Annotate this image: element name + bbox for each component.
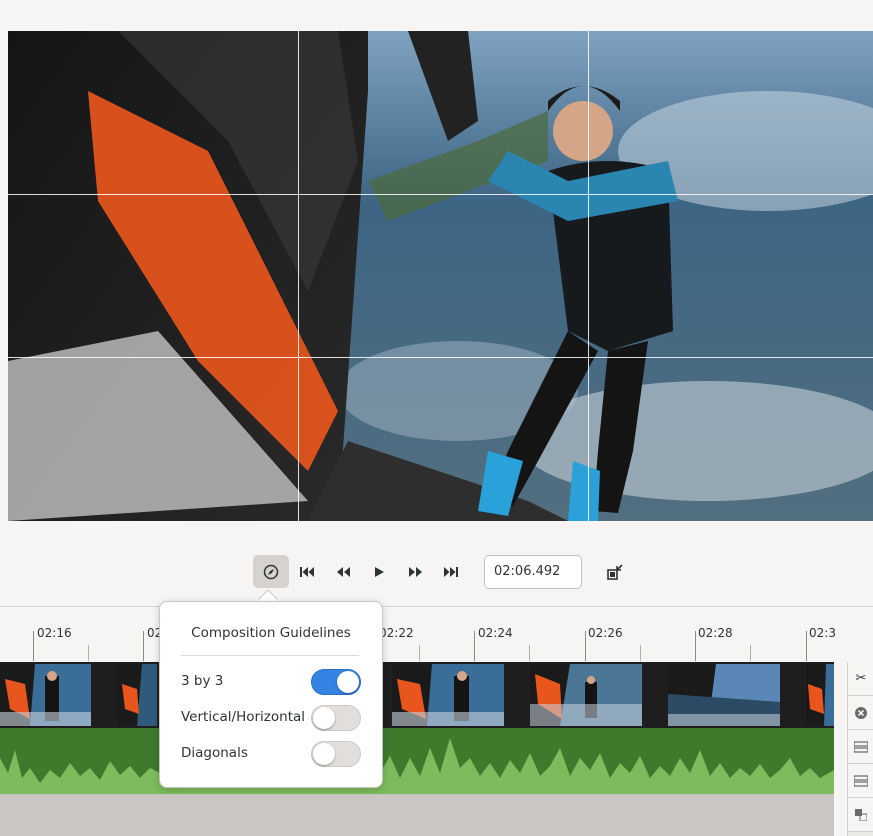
clip-thumbnail[interactable] bbox=[668, 664, 780, 726]
option-3-by-3: 3 by 3 bbox=[181, 669, 363, 695]
play-button[interactable] bbox=[361, 555, 397, 588]
guideline-vertical-1 bbox=[298, 31, 299, 521]
play-icon bbox=[375, 566, 384, 577]
compass-icon bbox=[263, 564, 279, 579]
option-label: Vertical/Horizontal bbox=[181, 709, 306, 725]
ruler-tick-minor bbox=[750, 645, 751, 661]
clip-thumbnail[interactable] bbox=[0, 664, 91, 726]
thumbnail-image bbox=[530, 664, 642, 726]
ruler-tick bbox=[143, 631, 144, 661]
thumbnail-image bbox=[668, 664, 780, 726]
option-vertical-horizontal: Vertical/Horizontal bbox=[181, 705, 363, 731]
forward-button[interactable] bbox=[397, 555, 433, 588]
guideline-horizontal-1 bbox=[8, 194, 873, 195]
clip-thumbnail[interactable] bbox=[392, 664, 504, 726]
guideline-vertical-2 bbox=[588, 31, 589, 521]
audio-track[interactable] bbox=[0, 728, 834, 794]
ruler-label: 02:26 bbox=[588, 626, 623, 640]
skip-start-icon bbox=[300, 566, 314, 577]
option-diagonals: Diagonals bbox=[181, 741, 363, 767]
remove-icon bbox=[855, 706, 867, 719]
timeline-tools: ✂ bbox=[847, 662, 873, 836]
go-to-start-button[interactable] bbox=[289, 555, 325, 588]
ruler-tick bbox=[806, 631, 807, 661]
fast-forward-icon bbox=[408, 566, 422, 577]
clip-thumbnail[interactable] bbox=[117, 664, 157, 726]
composition-guidelines-button[interactable] bbox=[253, 555, 289, 588]
3-by-3-switch[interactable] bbox=[311, 669, 361, 695]
ruler-tick bbox=[695, 631, 696, 661]
switch-knob bbox=[313, 743, 335, 765]
ruler-tick-minor bbox=[419, 645, 420, 661]
thumbnail-image bbox=[806, 664, 834, 726]
ruler-tick-minor bbox=[640, 645, 641, 661]
ruler-label: 02:28 bbox=[698, 626, 733, 640]
thumbnail-image bbox=[0, 664, 91, 726]
video-track[interactable] bbox=[0, 662, 834, 728]
composition-guidelines-popover: Composition Guidelines 3 by 3 Vertical/H… bbox=[159, 601, 383, 788]
remove-button[interactable] bbox=[848, 696, 873, 730]
ruler-label: 02:3 bbox=[809, 626, 836, 640]
clip-thumbnail[interactable] bbox=[806, 664, 834, 726]
align-icon bbox=[854, 741, 868, 752]
popover-title: Composition Guidelines bbox=[191, 625, 351, 641]
ruler-tick bbox=[474, 631, 475, 661]
exit-fullscreen-icon bbox=[607, 564, 623, 580]
guideline-horizontal-2 bbox=[8, 357, 873, 358]
timeline[interactable]: 02:16 02 02:22 02:24 02:26 02:28 02:3 ✂ bbox=[0, 606, 873, 836]
ruler-label: 02:24 bbox=[478, 626, 513, 640]
separator bbox=[181, 655, 359, 656]
ruler-tick-minor bbox=[529, 645, 530, 661]
switch-knob bbox=[337, 671, 359, 693]
option-label: Diagonals bbox=[181, 745, 248, 761]
align-button[interactable] bbox=[848, 764, 873, 798]
audio-waveform bbox=[0, 738, 834, 794]
snap-icon bbox=[855, 808, 867, 821]
align-icon bbox=[854, 775, 868, 786]
split-icon: ✂ bbox=[855, 671, 867, 686]
thumbnail-image bbox=[392, 664, 504, 726]
skip-end-icon bbox=[444, 566, 458, 577]
clip-thumbnail[interactable] bbox=[530, 664, 642, 726]
ruler-tick bbox=[585, 631, 586, 661]
rewind-button[interactable] bbox=[325, 555, 361, 588]
split-button[interactable]: ✂ bbox=[848, 662, 873, 696]
ruler-label: 02:16 bbox=[37, 626, 72, 640]
thumbnail-image bbox=[117, 664, 157, 726]
video-frame bbox=[8, 31, 873, 521]
rewind-icon bbox=[336, 566, 350, 577]
align-button[interactable] bbox=[848, 730, 873, 764]
ruler-tick bbox=[33, 631, 34, 661]
ruler-label: 02:22 bbox=[379, 626, 414, 640]
vertical-horizontal-switch[interactable] bbox=[311, 705, 361, 731]
snap-button[interactable] bbox=[848, 798, 873, 832]
timecode-field[interactable]: 02:06.492 bbox=[484, 555, 582, 589]
switch-knob bbox=[313, 707, 335, 729]
video-viewer[interactable] bbox=[8, 31, 873, 521]
diagonals-switch[interactable] bbox=[311, 741, 361, 767]
empty-track[interactable] bbox=[0, 794, 834, 836]
go-to-end-button[interactable] bbox=[433, 555, 469, 588]
fullscreen-button[interactable] bbox=[600, 556, 630, 588]
ruler-tick-minor bbox=[88, 645, 89, 661]
option-label: 3 by 3 bbox=[181, 673, 224, 689]
